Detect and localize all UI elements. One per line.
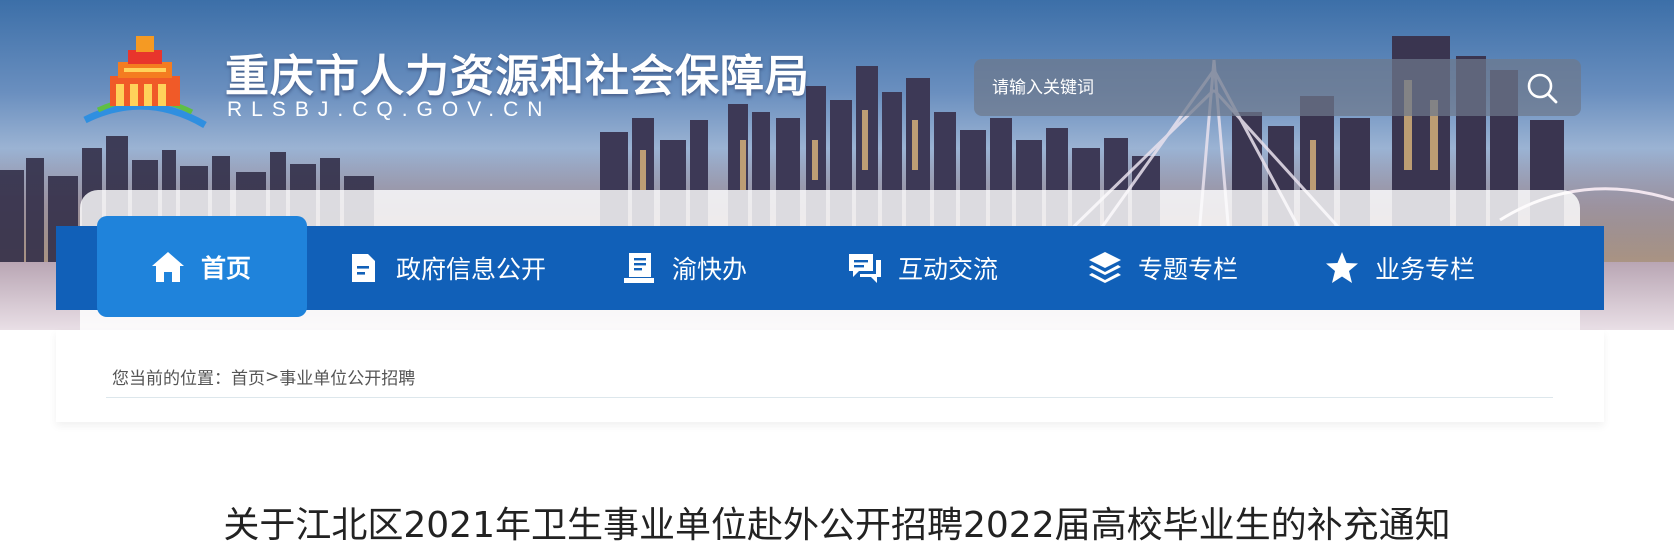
search-icon[interactable] bbox=[1525, 71, 1559, 105]
document-icon bbox=[352, 254, 375, 282]
site-title[interactable]: 重庆市人力资源和社会保障局 bbox=[225, 40, 810, 104]
site-logo[interactable] bbox=[80, 30, 210, 130]
nav-item-label: 渝快办 bbox=[672, 255, 748, 284]
nav-item-interaction[interactable]: 互动交流 bbox=[846, 226, 998, 310]
home-icon bbox=[152, 251, 184, 282]
nav-item-special-topics[interactable]: 专题专栏 bbox=[1086, 226, 1238, 310]
breadcrumb-prefix: 您当前的位置： bbox=[112, 369, 231, 389]
star-icon bbox=[1326, 252, 1358, 283]
search-bar bbox=[974, 59, 1581, 116]
site-domain: RLSBJ.CQ.GOV.CN bbox=[227, 98, 552, 121]
nav-item-label: 首页 bbox=[201, 253, 252, 283]
main-nav: 首页 政府信息公开 渝快办 互动交流 专题专栏 业务专栏 bbox=[56, 216, 1604, 317]
nav-item-gov-info[interactable]: 政府信息公开 bbox=[344, 226, 546, 310]
breadcrumb-separator: > bbox=[265, 366, 280, 387]
breadcrumb-current-link[interactable]: 事业单位公开招聘 bbox=[279, 364, 415, 389]
nav-item-yukuaiban[interactable]: 渝快办 bbox=[620, 226, 747, 310]
nav-item-label: 互动交流 bbox=[898, 255, 999, 284]
layers-icon bbox=[1089, 252, 1121, 283]
chat-icon bbox=[849, 254, 881, 283]
service-icon bbox=[624, 253, 654, 283]
nav-item-home[interactable]: 首页 bbox=[97, 216, 307, 317]
breadcrumb: 您当前的位置： 首页 > 事业单位公开招聘 bbox=[112, 364, 415, 390]
breadcrumb-divider bbox=[106, 397, 1553, 398]
nav-item-business[interactable]: 业务专栏 bbox=[1323, 226, 1475, 310]
nav-item-label: 业务专栏 bbox=[1375, 255, 1476, 284]
article-title: 关于江北区2021年卫生事业单位赴外公开招聘2022届高校毕业生的补充通知 bbox=[223, 505, 1451, 546]
breadcrumb-home-link[interactable]: 首页 bbox=[231, 364, 265, 389]
search-input[interactable] bbox=[992, 71, 1492, 104]
nav-item-label: 专题专栏 bbox=[1138, 255, 1239, 284]
nav-item-label: 政府信息公开 bbox=[396, 255, 547, 284]
